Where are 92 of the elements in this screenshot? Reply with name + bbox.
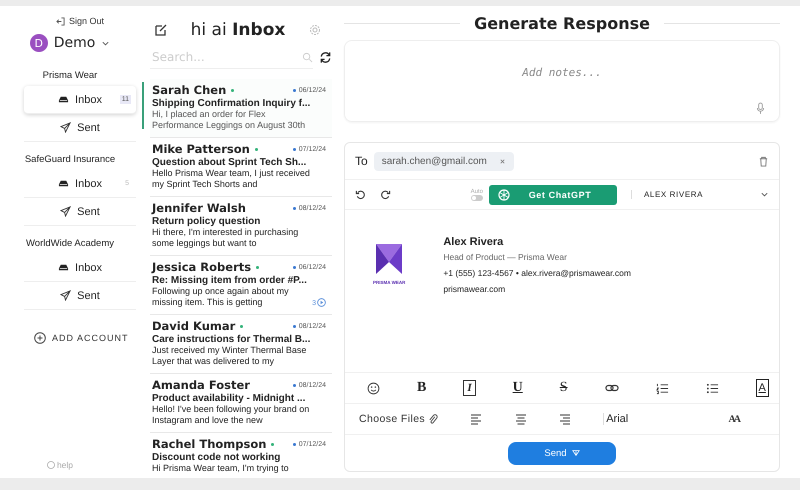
choose-files-button[interactable]: Choose Files (359, 413, 438, 425)
redo-icon[interactable] (380, 189, 391, 200)
play-circle-icon (317, 298, 326, 307)
folder-label: Inbox (75, 262, 102, 274)
folder-item[interactable]: Sent (24, 282, 136, 310)
font-selector[interactable]: Arial (603, 413, 696, 425)
send-icon (60, 290, 72, 301)
message-subject: Shipping Confirmation Inquiry f... (152, 98, 312, 109)
sender-name: Mike Patterson (152, 142, 250, 156)
signature-role: Head of Product — Prisma Wear (443, 252, 568, 262)
message-preview: Hi, I placed an order for Flex Performance Leggings on August 30th (152, 109, 306, 130)
font-size-button[interactable]: AA (728, 414, 739, 424)
message-preview: Just received my Winter Thermal Base Layer that was delivered to my (152, 345, 308, 366)
message-preview: Hello! I've been following your brand on Instagram and love the new (152, 404, 310, 425)
message-preview: Hi there, I'm interested in purchasing some leggings but want to (152, 227, 300, 248)
folder-item[interactable]: Inbox (24, 254, 136, 282)
date-dot (292, 324, 296, 328)
sender-name: Jessica Roberts (152, 260, 252, 274)
underline-button[interactable]: U (512, 381, 523, 395)
folder-item[interactable]: Sent (24, 114, 136, 142)
inbox-icon (58, 178, 70, 189)
date-dot (292, 266, 296, 268)
message-subject: Discount code not working (152, 452, 282, 463)
numbered-list-icon[interactable] (656, 382, 669, 394)
search-icon (302, 52, 313, 62)
account-name: Prisma Wear (42, 70, 98, 83)
panel-title: Generate Response (474, 14, 650, 32)
auto-toggle[interactable] (470, 194, 483, 200)
chevron-down-icon (760, 190, 769, 199)
sender-name: Sarah Chen (152, 83, 226, 97)
folder-item[interactable]: Sent (24, 198, 136, 226)
sender-name: Amanda Foster (152, 378, 250, 392)
sender-name: David Kumar (152, 319, 236, 333)
date-dot (292, 442, 296, 446)
sign-out-icon (56, 16, 65, 26)
send-icon (60, 206, 72, 217)
message-subject: Product availability - Midnight ... (152, 393, 306, 404)
signature-contact: +1 (555) 123-4567 • alex.rivera@prismawear.com (443, 268, 631, 278)
sender-name: Rachel Thompson (152, 437, 266, 451)
recipient-chip[interactable]: sarah.chen@gmail.com (374, 152, 514, 170)
paperclip-icon (428, 414, 438, 424)
emoji-icon[interactable] (367, 382, 380, 394)
app-title: hi ai Inbox (190, 20, 286, 40)
align-left-icon[interactable] (470, 413, 482, 425)
help-icon (46, 461, 55, 469)
align-center-icon[interactable] (514, 413, 527, 425)
account-switcher[interactable]: D Demo (30, 34, 110, 52)
account-name: SafeGuard Insurance (24, 154, 116, 167)
italic-button[interactable]: I (463, 380, 476, 396)
message-subject: Return policy question (152, 216, 262, 227)
signature-name: Alex Rivera (443, 236, 504, 248)
refresh-icon[interactable] (319, 51, 332, 64)
undo-icon[interactable] (355, 189, 366, 200)
microphone-icon[interactable] (756, 102, 765, 115)
add-account-button[interactable]: ADD ACCOUNT (34, 332, 136, 344)
trash-icon[interactable] (758, 156, 769, 166)
date-dot (292, 384, 296, 386)
date-dot (292, 88, 296, 92)
align-right-icon[interactable] (558, 413, 571, 425)
avatar: D (30, 34, 48, 52)
folder-label: Inbox (75, 178, 102, 190)
compose-icon[interactable] (154, 23, 168, 37)
date-dot (292, 148, 296, 150)
inbox-icon (58, 94, 70, 105)
message-subject: Re: Missing item from order #P... (152, 275, 308, 286)
bold-button[interactable]: B (417, 381, 426, 395)
folder-label: Sent (77, 122, 100, 134)
message-subject: Question about Sprint Tech Sh... (152, 157, 308, 168)
message-preview: Following up once again about my missing item. This is getting (152, 286, 290, 307)
account-name: WorldWide Academy (25, 238, 115, 251)
folder-label: Sent (77, 206, 100, 218)
message-preview: Hi Prisma Wear team, I'm trying to (152, 463, 290, 474)
signer-dropdown[interactable]: ALEX RIVERA (631, 190, 769, 199)
bullet-list-icon[interactable] (706, 382, 719, 394)
message-preview: Hello Prisma Wear team, I just received my Sprint Tech Shorts and (152, 168, 311, 189)
message-subject: Care instructions for Thermal B... (152, 334, 312, 345)
send-icon (60, 122, 72, 133)
close-icon[interactable] (498, 158, 506, 164)
send-button[interactable]: Send (508, 442, 616, 464)
strikethrough-button[interactable]: S (560, 381, 568, 395)
sign-out-button[interactable]: Sign Out (56, 16, 104, 26)
date-dot (292, 206, 296, 210)
inbox-icon (58, 262, 70, 273)
plus-circle-icon (34, 332, 46, 344)
to-label: To (355, 154, 368, 168)
sender-name: Jennifer Walsh (152, 201, 246, 215)
prism-logo-icon (376, 244, 402, 274)
folder-label: Inbox (75, 94, 102, 106)
text-color-button[interactable]: A (756, 379, 769, 397)
signature-website: prismawear.com (443, 284, 506, 294)
folder-label: Sent (77, 290, 100, 302)
triangle-down-icon (572, 449, 580, 457)
